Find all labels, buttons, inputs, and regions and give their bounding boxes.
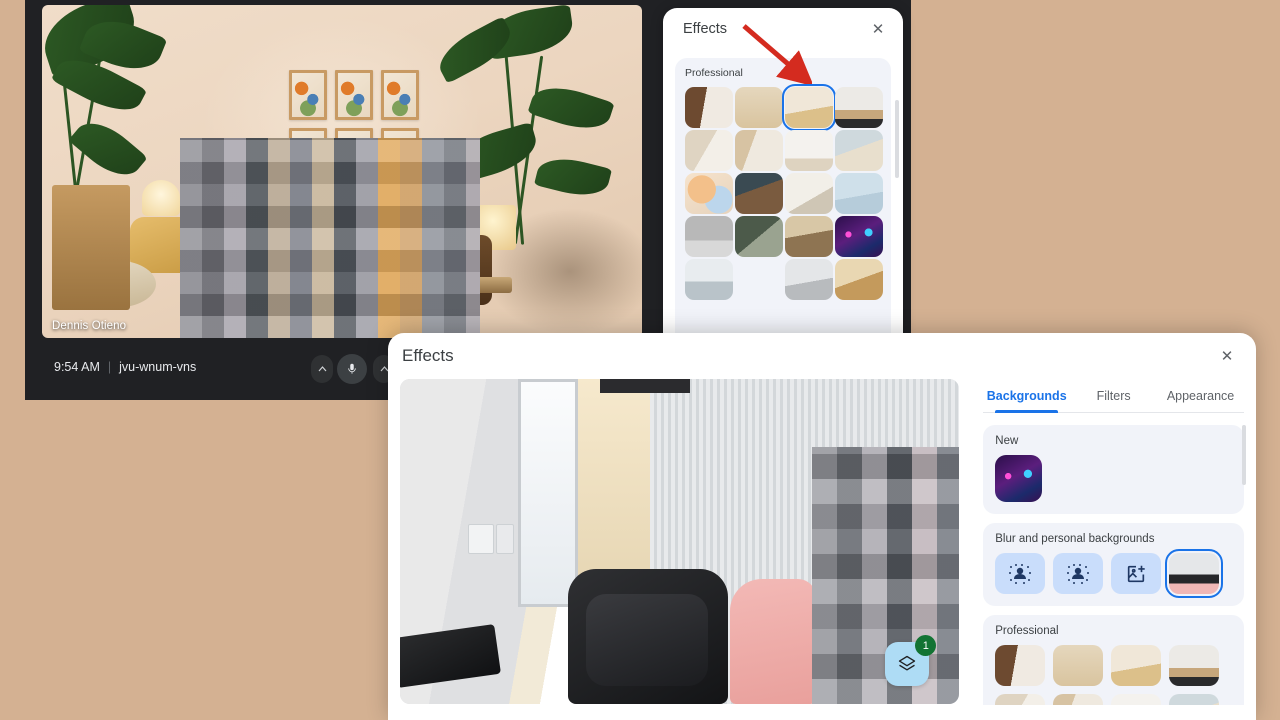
background-thumbnail-glass-balcony[interactable] (835, 173, 883, 214)
background-tile-add-image[interactable] (1111, 553, 1162, 594)
tile-row[interactable] (995, 455, 1232, 502)
background-thumbnail-sunlit-sofa[interactable] (785, 173, 833, 214)
add-image-icon (1128, 565, 1145, 582)
mic-chevron-icon[interactable] (311, 355, 333, 383)
effects-panel-small-title: Effects (683, 21, 728, 37)
thermostat-icon (468, 524, 494, 554)
background-thumbnail-neon-arcade[interactable] (835, 216, 883, 257)
background-thumbnail-white-bookshelf[interactable] (785, 130, 833, 171)
effects-modal-header: Effects ✕ (388, 333, 1256, 379)
tab-backgrounds[interactable]: Backgrounds (983, 379, 1070, 413)
background-tile-neon-arcade-background[interactable] (995, 455, 1043, 502)
background-tile-full-blur[interactable] (1053, 553, 1104, 594)
wall-art-frame (289, 70, 327, 120)
meta-divider: | (107, 360, 112, 374)
chair-cushion (586, 594, 708, 686)
background-tile-slight-blur[interactable] (995, 553, 1046, 594)
professional-section-small: Professional (675, 58, 891, 336)
background-thumbnail-wood-partition-lounge[interactable] (735, 130, 783, 171)
effects-modal-title: Effects (402, 346, 454, 365)
background-thumbnail-classic-dining[interactable] (785, 216, 833, 257)
section-label: New (995, 435, 1019, 447)
red-annotation-arrow (742, 24, 812, 84)
section-new: New (983, 425, 1244, 514)
table-lamp (142, 180, 180, 216)
close-icon[interactable]: ✕ (867, 18, 889, 40)
effects-modal[interactable]: Effects ✕ 1 Backgrounds Filters Appearan… (388, 333, 1256, 720)
background-thumbnail-warm-window[interactable] (735, 259, 783, 300)
section-blur-and-personal-backgrounds: Blur and personal backgrounds (983, 523, 1244, 606)
background-tile-shelf-bedroom[interactable] (995, 694, 1046, 705)
slight-blur-icon (1009, 563, 1032, 584)
wall-shelf (600, 379, 690, 393)
background-sections: New Blur and personal backgrounds Professi… (983, 425, 1244, 705)
background-thumbnail-marble-desk[interactable] (835, 87, 883, 128)
wall-art-frame (335, 70, 373, 120)
scrollbar-thumb[interactable] (1242, 425, 1246, 485)
background-thumbnail-gold-interior[interactable] (835, 259, 883, 300)
background-tile-wood-partition-lounge[interactable] (1053, 694, 1104, 705)
effects-tabs[interactable]: Backgrounds Filters Appearance (983, 379, 1244, 413)
background-thumbnail-open-plan-office[interactable] (835, 130, 883, 171)
bookshelf (52, 185, 130, 310)
background-tile-brick-kitchen[interactable] (995, 645, 1046, 686)
background-thumbnail-living-room-art[interactable] (782, 84, 836, 131)
background-thumbnail-grey-window[interactable] (785, 259, 833, 300)
background-thumbnail-courtyard-tree[interactable] (735, 216, 783, 257)
meeting-code: jvu-wnum-vns (119, 360, 197, 374)
background-thumbnail-grey-library[interactable] (685, 216, 733, 257)
participant-video-tile[interactable]: Dennis Otieno (42, 5, 642, 338)
section-label: Blur and personal backgrounds (995, 533, 1155, 545)
section-professional: Professional (983, 615, 1244, 705)
section-label: Professional (995, 625, 1059, 637)
layers-button[interactable]: 1 (885, 635, 937, 686)
background-thumbnail-shelf-bedroom[interactable] (685, 130, 733, 171)
participant-name-label: Dennis Otieno (52, 320, 127, 332)
tile-row[interactable] (995, 549, 1232, 598)
full-blur-icon (1067, 563, 1090, 584)
background-thumbnail-wood-plant-wall[interactable] (735, 87, 783, 128)
microphone-icon[interactable] (337, 354, 367, 384)
meeting-time: 9:54 AM (54, 360, 100, 374)
background-thumbnail-brick-loft-plant[interactable] (735, 173, 783, 214)
scrollbar-thumb[interactable] (895, 100, 899, 178)
background-thumbnail-grid-small[interactable] (685, 84, 883, 300)
background-thumbnail-greenhouse[interactable] (685, 259, 733, 300)
tab-filters[interactable]: Filters (1070, 379, 1157, 412)
wall-art-frame (381, 70, 419, 120)
background-tile-marble-desk[interactable] (1169, 645, 1220, 686)
self-view-preview[interactable]: 1 (400, 379, 960, 704)
background-tile-open-plan-office[interactable] (1169, 694, 1220, 705)
close-icon[interactable]: ✕ (1216, 345, 1238, 367)
effects-modal-body: 1 Backgrounds Filters Appearance New Blur a… (388, 379, 1256, 705)
background-thumbnail-brick-kitchen[interactable] (685, 87, 733, 128)
meeting-info: 9:54 AM | jvu-wnum-vns (54, 360, 196, 374)
backgrounds-pane: New Blur and personal backgrounds Professi… (983, 425, 1244, 705)
window (518, 379, 578, 607)
pink-coat (730, 579, 816, 704)
pixelated-person-overlay (180, 138, 480, 338)
background-tile-living-room-art[interactable] (1111, 645, 1162, 686)
background-thumbnail-abstract-peach[interactable] (685, 173, 733, 214)
light-switch-icon (496, 524, 514, 554)
background-tile-wood-plant-wall[interactable] (1053, 645, 1104, 686)
effects-side-panel: Backgrounds Filters Appearance New Blur and… (983, 379, 1246, 705)
background-tile-no-effect-camera[interactable] (1165, 549, 1224, 598)
tile-row[interactable] (995, 645, 1232, 705)
background-tile-white-bookshelf[interactable] (1111, 694, 1162, 705)
tab-appearance[interactable]: Appearance (1157, 379, 1244, 412)
mic-control-group[interactable] (311, 354, 367, 384)
